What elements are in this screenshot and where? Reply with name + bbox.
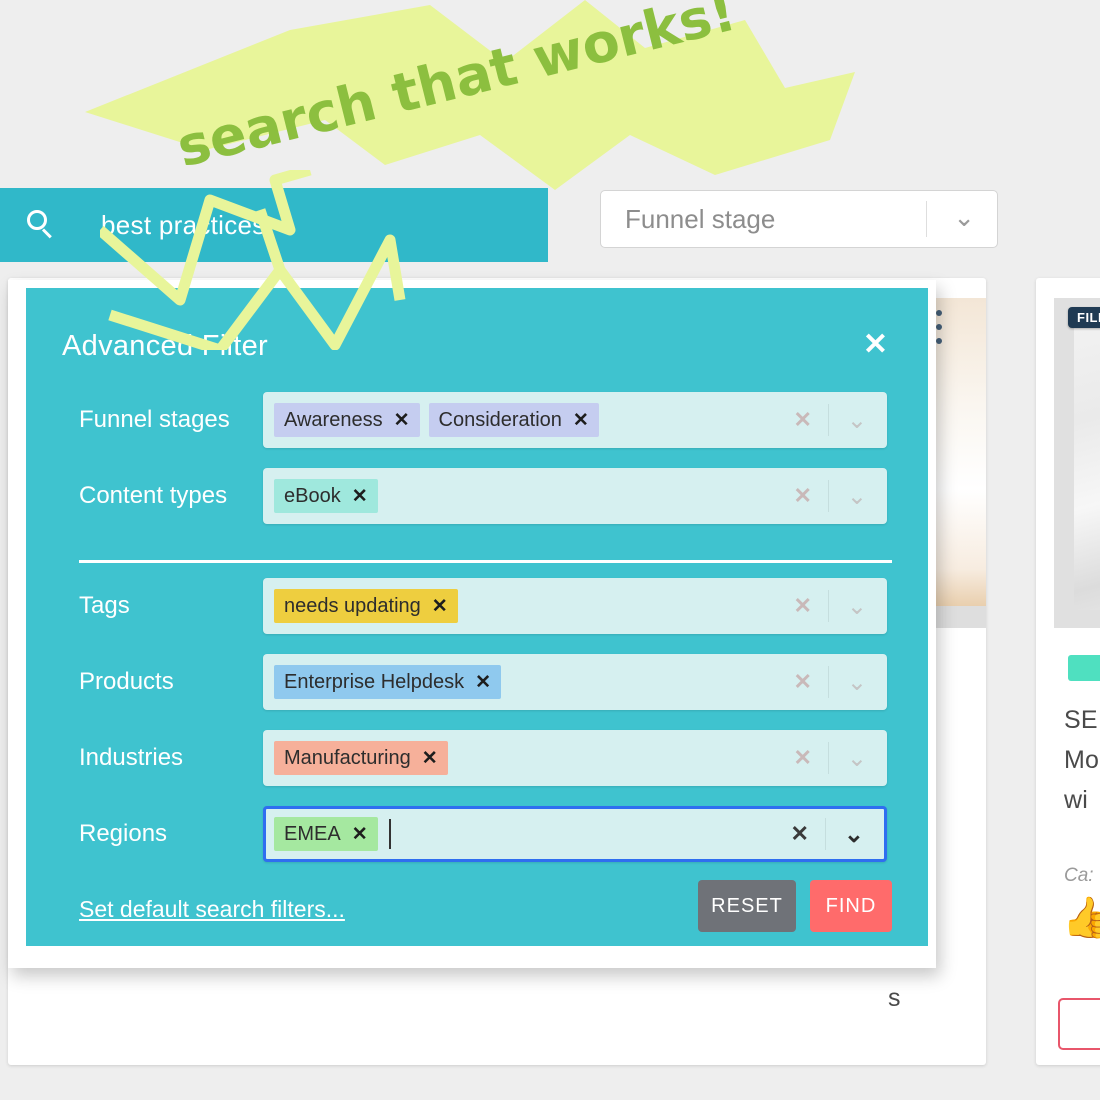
tag-label: needs updating — [284, 594, 421, 617]
dialog-title: Advanced Filter — [62, 330, 268, 362]
section-divider — [79, 560, 892, 563]
status-badge: FILE — [1068, 307, 1100, 328]
filter-row-products: Products Enterprise Helpdesk ✕ ✕ ⌄ — [26, 654, 928, 710]
select-controls: ✕ ⌄ — [777, 392, 887, 448]
remove-tag-icon[interactable]: ✕ — [573, 409, 589, 432]
remove-tag-icon[interactable]: ✕ — [352, 823, 368, 846]
filter-row-content-types: Content types eBook ✕ ✕ ⌄ — [26, 468, 928, 524]
chevron-down-icon[interactable]: ⌄ — [953, 202, 975, 233]
tag-label: Consideration — [438, 408, 562, 431]
tag-label: Awareness — [284, 408, 383, 431]
tag-chip[interactable]: Enterprise Helpdesk ✕ — [274, 665, 502, 699]
advanced-filter-dialog: Advanced Filter ✕ Funnel stages Awareness… — [8, 280, 936, 968]
remove-tag-icon[interactable]: ✕ — [432, 595, 448, 618]
text-cursor — [388, 819, 391, 849]
card-subtitle: Ca: — [1064, 865, 1094, 886]
filter-select-industries[interactable]: Manufacturing ✕ ✕ ⌄ — [263, 730, 887, 786]
dialog-button-row: RESET FIND — [698, 880, 892, 932]
close-icon[interactable]: ✕ — [863, 330, 888, 360]
filter-select-tags[interactable]: needs updating ✕ ✕ ⌄ — [263, 578, 887, 634]
remove-tag-icon[interactable]: ✕ — [422, 747, 438, 770]
filter-select-regions[interactable]: EMEA ✕ ✕ ⌄ — [263, 806, 887, 862]
select-controls: ✕ ⌄ — [777, 468, 887, 524]
filter-row-tags: Tags needs updating ✕ ✕ ⌄ — [26, 578, 928, 634]
search-bar[interactable]: best practices — [0, 188, 548, 262]
search-icon — [27, 210, 57, 240]
remove-tag-icon[interactable]: ✕ — [352, 485, 368, 508]
filter-label-funnel-stages: Funnel stages — [79, 406, 230, 433]
card-thumbnail — [1054, 298, 1100, 628]
filter-select-products[interactable]: Enterprise Helpdesk ✕ ✕ ⌄ — [263, 654, 887, 710]
clear-all-icon[interactable]: ✕ — [777, 669, 827, 695]
tag-chip[interactable]: Manufacturing ✕ — [274, 741, 448, 775]
find-button[interactable]: FIND — [810, 880, 892, 932]
set-default-filters-link[interactable]: Set default search filters... — [79, 896, 345, 923]
filter-select-funnel-stages[interactable]: Awareness ✕ Consideration ✕ ✕ ⌄ — [263, 392, 887, 448]
filter-label-industries: Industries — [79, 744, 184, 771]
funnel-stage-select[interactable]: Funnel stage ⌄ — [600, 190, 998, 248]
tag-chip[interactable]: EMEA ✕ — [274, 817, 378, 851]
clear-all-icon[interactable]: ✕ — [777, 745, 827, 771]
card-action-button[interactable] — [1058, 998, 1100, 1050]
remove-tag-icon[interactable]: ✕ — [475, 671, 491, 694]
more-options-icon[interactable] — [936, 310, 942, 344]
funnel-stage-value: Funnel stage — [625, 203, 776, 234]
chevron-down-icon[interactable]: ⌄ — [829, 406, 887, 435]
filter-row-regions: Regions EMEA ✕ ✕ ⌄ — [26, 806, 928, 862]
chevron-down-icon[interactable]: ⌄ — [829, 482, 887, 511]
tag-chip[interactable]: needs updating ✕ — [274, 589, 458, 623]
dialog-body: Advanced Filter ✕ Funnel stages Awareness… — [26, 288, 928, 946]
filter-label-regions: Regions — [79, 820, 168, 847]
sticker-text: search that works! — [170, 0, 742, 180]
select-controls: ✕ ⌄ — [777, 654, 887, 710]
card-body-text: s — [888, 984, 901, 1012]
thumbnail-image — [1074, 316, 1100, 610]
chevron-down-icon[interactable]: ⌄ — [829, 668, 887, 697]
tag-chip[interactable]: Awareness ✕ — [274, 403, 420, 437]
search-input[interactable]: best practices — [101, 210, 266, 241]
tag-label: EMEA — [284, 822, 341, 845]
clear-all-icon[interactable]: ✕ — [777, 407, 827, 433]
filter-select-content-types[interactable]: eBook ✕ ✕ ⌄ — [263, 468, 887, 524]
select-controls: ✕ ⌄ — [774, 809, 884, 859]
chevron-down-icon[interactable]: ⌄ — [829, 592, 887, 621]
tag-label: Enterprise Helpdesk — [284, 670, 465, 693]
tag-label: eBook — [284, 484, 341, 507]
tag-label: Manufacturing — [284, 746, 411, 769]
filter-row-funnel-stages: Funnel stages Awareness ✕ Consideration ✕ ✕ ⌄ — [26, 392, 928, 448]
filter-label-products: Products — [79, 668, 174, 695]
chevron-down-icon[interactable]: ⌄ — [829, 744, 887, 773]
card-title: SE Mo wi — [1064, 706, 1100, 814]
divider — [926, 201, 927, 237]
filter-row-industries: Industries Manufacturing ✕ ✕ ⌄ — [26, 730, 928, 786]
select-controls: ✕ ⌄ — [777, 578, 887, 634]
filter-label-tags: Tags — [79, 592, 130, 619]
thumbs-up-icon[interactable]: 👍 — [1062, 898, 1100, 938]
content-type-chip — [1068, 655, 1100, 681]
chevron-down-icon[interactable]: ⌄ — [826, 820, 884, 849]
clear-all-icon[interactable]: ✕ — [774, 821, 824, 847]
clear-all-icon[interactable]: ✕ — [777, 593, 827, 619]
filter-label-content-types: Content types — [79, 482, 228, 509]
remove-tag-icon[interactable]: ✕ — [394, 409, 410, 432]
select-controls: ✕ ⌄ — [777, 730, 887, 786]
reset-button[interactable]: RESET — [698, 880, 796, 932]
tag-chip[interactable]: eBook ✕ — [274, 479, 378, 513]
clear-all-icon[interactable]: ✕ — [777, 483, 827, 509]
tag-chip[interactable]: Consideration ✕ — [428, 403, 599, 437]
